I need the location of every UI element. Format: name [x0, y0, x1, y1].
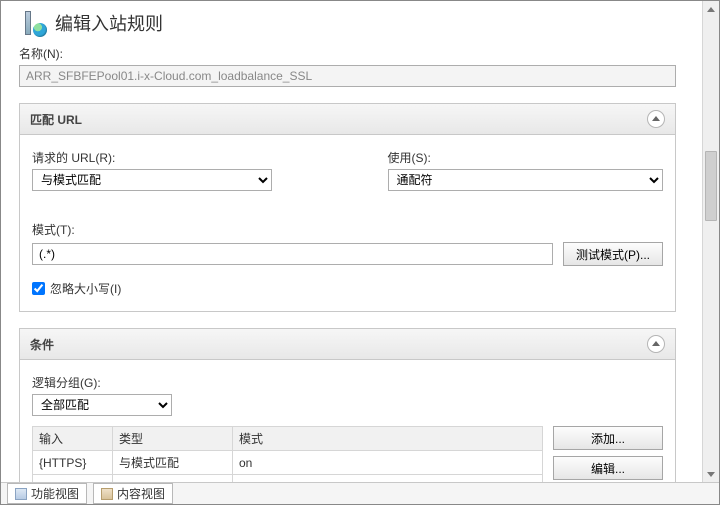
rule-icon	[19, 9, 47, 37]
cell-pattern: on	[233, 451, 543, 475]
scrollbar-thumb[interactable]	[705, 151, 717, 221]
edit-condition-button[interactable]: 编辑...	[553, 456, 663, 480]
vertical-scrollbar[interactable]	[702, 1, 719, 482]
col-pattern: 模式	[233, 427, 543, 451]
cell-input: {HTTPS}	[33, 451, 113, 475]
match-url-title: 匹配 URL	[30, 111, 82, 128]
name-label: 名称(N):	[19, 45, 676, 62]
feature-view-icon	[15, 488, 27, 500]
conditions-table: 输入 类型 模式 {HTTPS} 与模式匹配 on	[32, 426, 543, 482]
pattern-label: 模式(T):	[32, 221, 663, 238]
using-select[interactable]: 通配符	[388, 169, 664, 191]
table-row[interactable]	[33, 475, 543, 483]
name-input	[19, 65, 676, 87]
match-url-panel: 匹配 URL 请求的 URL(R): 与模式匹配 使用(S):	[19, 103, 676, 312]
add-condition-button[interactable]: 添加...	[553, 426, 663, 450]
scroll-up-button[interactable]	[703, 1, 719, 17]
feature-view-label: 功能视图	[31, 485, 79, 502]
ignore-case-label: 忽略大小写(I)	[50, 280, 121, 297]
page-header: 编辑入站规则	[19, 9, 676, 37]
requested-url-label: 请求的 URL(R):	[32, 149, 308, 166]
col-type: 类型	[113, 427, 233, 451]
match-url-header: 匹配 URL	[20, 104, 675, 135]
logic-group-label: 逻辑分组(G):	[32, 374, 663, 391]
ignore-case-checkbox[interactable]	[32, 282, 45, 295]
content-view-tab[interactable]: 内容视图	[93, 483, 173, 504]
conditions-header: 条件	[20, 329, 675, 360]
footer-bar: 功能视图 内容视图	[1, 482, 719, 504]
content-view-icon	[101, 488, 113, 500]
scroll-down-button[interactable]	[703, 466, 719, 482]
conditions-panel: 条件 逻辑分组(G): 全部匹配 输入	[19, 328, 676, 482]
triangle-down-icon	[707, 472, 715, 477]
test-pattern-button[interactable]: 测试模式(P)...	[563, 242, 663, 266]
pattern-input[interactable]	[32, 243, 553, 265]
logic-group-select[interactable]: 全部匹配	[32, 394, 172, 416]
match-url-collapse-button[interactable]	[647, 110, 665, 128]
page-title: 编辑入站规则	[55, 10, 163, 36]
chevron-up-icon	[652, 341, 660, 346]
requested-url-select[interactable]: 与模式匹配	[32, 169, 272, 191]
col-input: 输入	[33, 427, 113, 451]
triangle-up-icon	[707, 7, 715, 12]
conditions-collapse-button[interactable]	[647, 335, 665, 353]
conditions-title: 条件	[30, 336, 54, 353]
feature-view-tab[interactable]: 功能视图	[7, 483, 87, 504]
chevron-up-icon	[652, 116, 660, 121]
table-row[interactable]: {HTTPS} 与模式匹配 on	[33, 451, 543, 475]
using-label: 使用(S):	[388, 149, 664, 166]
cell-type: 与模式匹配	[113, 451, 233, 475]
content-view-label: 内容视图	[117, 485, 165, 502]
